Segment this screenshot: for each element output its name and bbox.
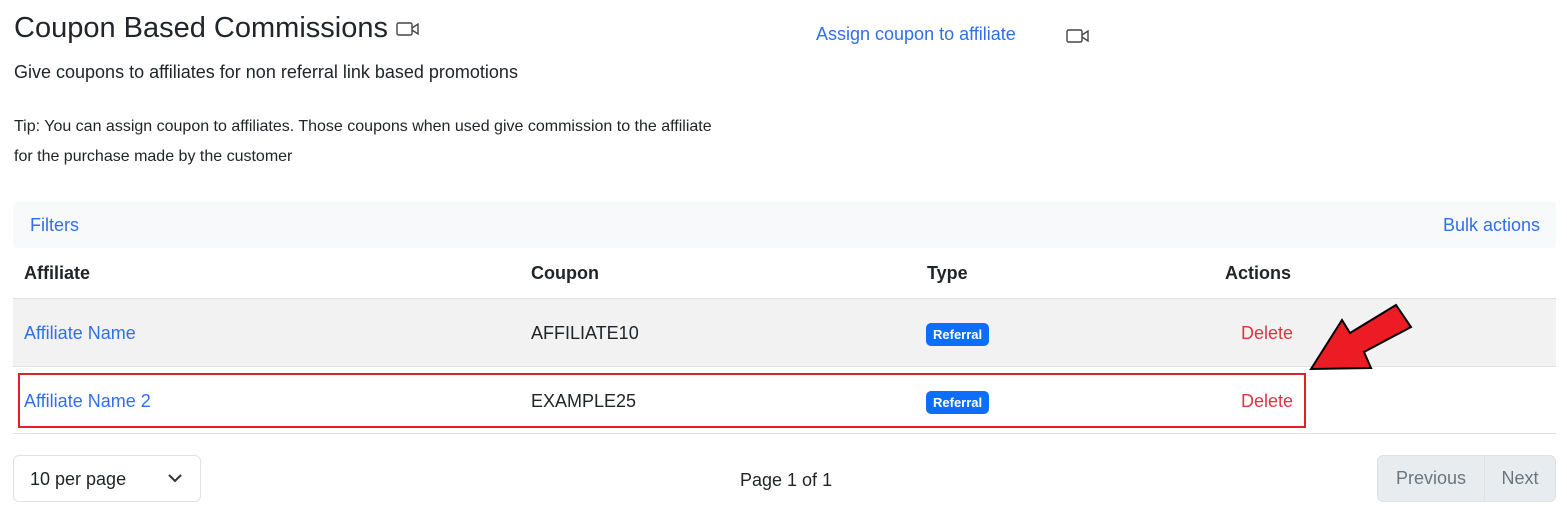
previous-button[interactable]: Previous — [1378, 456, 1485, 501]
per-page-value: 10 per page — [30, 469, 127, 489]
pagination: Previous Next — [1377, 455, 1556, 502]
page-info: Page 1 of 1 — [740, 470, 833, 490]
annotation-arrow-icon — [1309, 303, 1413, 371]
per-page-select[interactable]: 10 per page — [13, 455, 201, 502]
chevron-down-icon — [168, 474, 182, 483]
next-button[interactable]: Next — [1485, 456, 1555, 501]
